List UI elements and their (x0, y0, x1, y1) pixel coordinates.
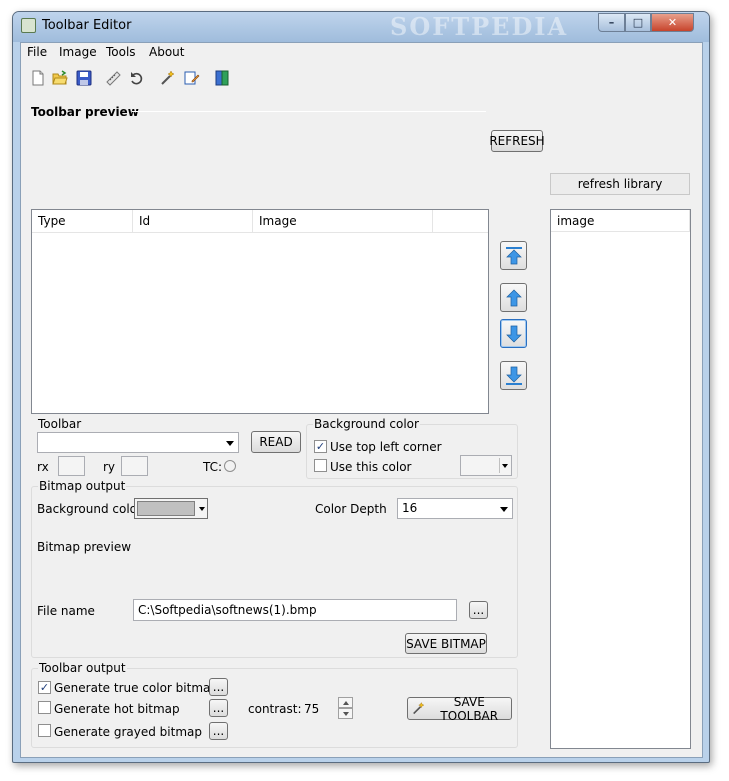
file-name-input[interactable] (133, 599, 457, 621)
use-this-color-checkbox[interactable] (314, 459, 327, 472)
toolbar-preview-title: Toolbar preview (31, 105, 139, 119)
items-list[interactable]: Type Id Image (31, 209, 489, 414)
use-top-left-label: Use top left corner (330, 440, 442, 454)
bg-color-group-title: Background color (313, 417, 420, 431)
menu-file[interactable]: File (27, 45, 47, 59)
color-swatch (137, 501, 195, 516)
color-depth-select[interactable]: 16 (397, 498, 513, 519)
save-icon[interactable] (76, 70, 92, 86)
move-down-icon (505, 325, 522, 342)
stepper-down-button[interactable] (338, 708, 353, 719)
chevron-down-icon (226, 441, 234, 446)
preview-divider (132, 111, 486, 112)
move-up-button[interactable] (500, 283, 527, 312)
maximize-button[interactable]: □ (625, 13, 651, 32)
bitmap-preview-label: Bitmap preview (37, 540, 132, 554)
column-type[interactable]: Type (32, 210, 133, 232)
chevron-down-icon (199, 507, 205, 511)
file-name-label: File name (37, 604, 95, 618)
move-bottom-icon (505, 366, 522, 385)
toolbar-select[interactable] (37, 432, 239, 453)
move-bottom-button[interactable] (500, 361, 527, 390)
minimize-button[interactable]: – (598, 13, 625, 32)
chevron-up-icon (342, 700, 349, 705)
rx-label: rx (37, 460, 49, 474)
open-folder-icon[interactable] (52, 70, 68, 86)
save-toolbar-label: SAVE TOOLBAR (440, 694, 499, 723)
chevron-down-icon (500, 507, 508, 512)
move-top-icon (505, 246, 522, 264)
book-icon[interactable] (214, 70, 230, 86)
move-down-button[interactable] (500, 319, 527, 348)
check-icon: ✓ (39, 681, 50, 694)
library-list[interactable]: image (550, 209, 691, 749)
gen-hot-checkbox[interactable] (38, 701, 51, 714)
chevron-down-icon (342, 711, 349, 716)
file-browse-button[interactable]: ... (469, 601, 488, 619)
grayed-browse-button[interactable]: ... (209, 722, 228, 740)
rx-input[interactable] (58, 456, 85, 476)
true-color-browse-button[interactable]: ... (209, 678, 228, 696)
save-bitmap-button[interactable]: SAVE BITMAP (405, 633, 487, 654)
contrast-value: 75 (304, 702, 320, 716)
window-title: Toolbar Editor (42, 18, 132, 33)
tc-radio[interactable] (224, 460, 236, 472)
bitmap-bg-color-label: Background color (37, 502, 142, 516)
check-icon: ✓ (315, 440, 326, 453)
menu-about[interactable]: About (149, 45, 184, 59)
ruler-icon[interactable] (105, 70, 121, 86)
use-this-color-label: Use this color (330, 460, 412, 474)
color-depth-label: Color Depth (315, 502, 387, 516)
menu-image[interactable]: Image (59, 45, 97, 59)
ry-input[interactable] (121, 456, 148, 476)
move-top-button[interactable] (500, 241, 527, 270)
toolbar-output-title: Toolbar output (38, 661, 127, 675)
contrast-label: contrast: (248, 702, 302, 716)
close-button[interactable]: ✕ (651, 13, 694, 32)
color-depth-value: 16 (402, 501, 418, 515)
gen-hot-label: Generate hot bitmap (54, 702, 180, 716)
undo-icon[interactable] (129, 70, 145, 86)
tc-label: TC: (203, 460, 223, 474)
stepper-up-button[interactable] (338, 697, 353, 708)
gen-true-color-label: Generate true color bitmap (54, 681, 218, 695)
new-file-icon[interactable] (30, 70, 46, 86)
refresh-button[interactable]: REFRESH (489, 130, 545, 152)
menu-tools[interactable]: Tools (106, 45, 136, 59)
ry-label: ry (103, 460, 116, 474)
toolbar-group-title: Toolbar (38, 417, 82, 431)
move-up-icon (505, 289, 522, 306)
chevron-down-icon (502, 464, 508, 468)
bitmap-output-title: Bitmap output (38, 479, 127, 493)
library-column-image[interactable]: image (551, 210, 690, 232)
bitmap-bg-color-picker[interactable] (134, 498, 208, 519)
app-icon (21, 18, 36, 33)
column-image[interactable]: Image (253, 210, 433, 232)
read-button[interactable]: READ (251, 431, 301, 453)
edit-icon[interactable] (184, 70, 200, 86)
picker-divider (499, 458, 500, 473)
gen-grayed-checkbox[interactable] (38, 724, 51, 737)
hot-browse-button[interactable]: ... (209, 699, 228, 717)
column-id[interactable]: Id (133, 210, 253, 232)
gen-grayed-label: Generate grayed bitmap (54, 725, 202, 739)
refresh-library-button[interactable]: refresh library (550, 173, 690, 195)
save-toolbar-button[interactable]: SAVE TOOLBAR (407, 694, 512, 723)
watermark-logo: SOFTPEDIA (390, 12, 569, 41)
use-top-left-checkbox[interactable]: ✓ (314, 440, 327, 453)
magic-wand-icon[interactable] (160, 70, 176, 86)
magic-wand-icon (413, 702, 425, 715)
gen-true-color-checkbox[interactable]: ✓ (38, 681, 51, 694)
contrast-stepper[interactable] (338, 697, 353, 719)
bg-color-picker[interactable] (460, 455, 512, 476)
